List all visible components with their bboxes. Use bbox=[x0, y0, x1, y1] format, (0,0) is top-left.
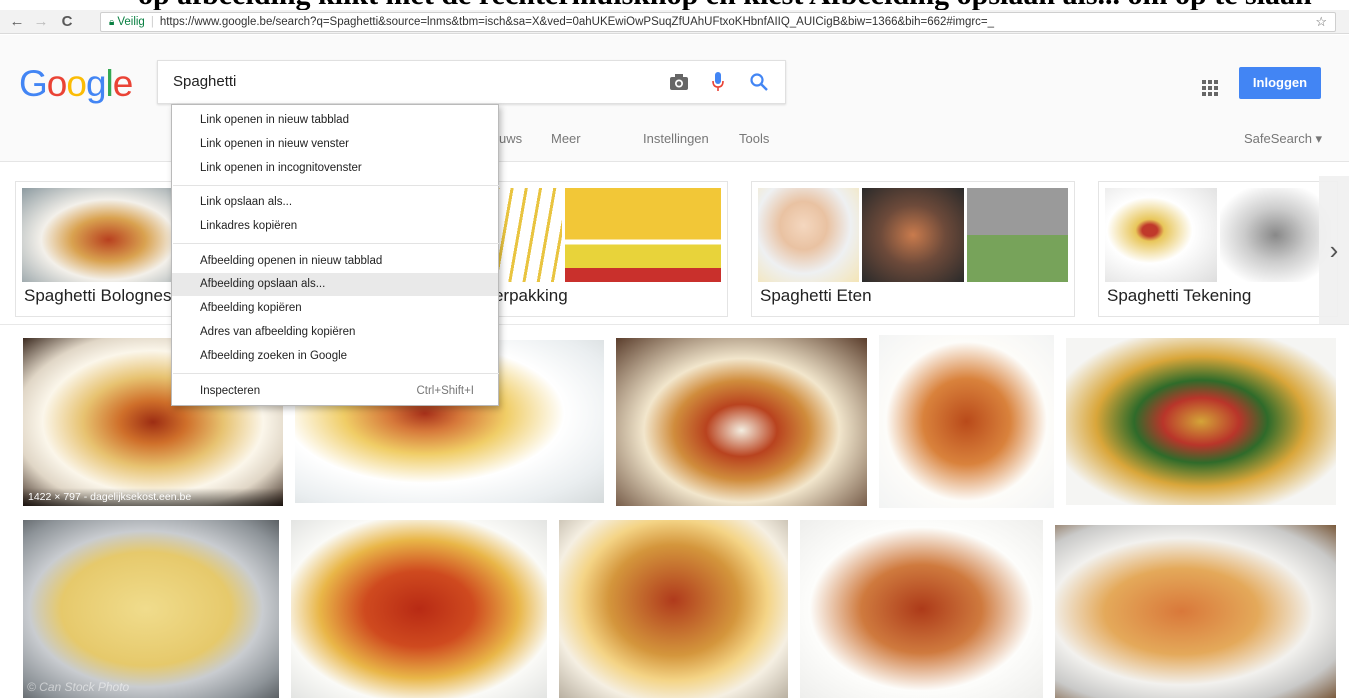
image-caption: 1422 × 797 - dagelijksekost.een.be bbox=[23, 488, 283, 506]
url-text: https://www.google.be/search?q=Spaghetti… bbox=[159, 16, 995, 28]
reload-button[interactable]: C bbox=[58, 13, 76, 31]
image-result[interactable]: © Can Stock Photo bbox=[23, 520, 279, 698]
address-bar[interactable]: 🔒︎ Veilig | https://www.google.be/search?q=… bbox=[100, 12, 1336, 32]
safesearch-dropdown[interactable]: SafeSearch ▾ bbox=[1244, 131, 1322, 147]
apps-grid-icon[interactable] bbox=[1201, 79, 1219, 97]
image-result[interactable] bbox=[1055, 525, 1336, 698]
image-result[interactable] bbox=[879, 335, 1054, 508]
browser-toolbar: ← → C 🔒︎ Veilig | https://www.google.be/sea… bbox=[0, 10, 1349, 34]
tab-more[interactable]: Meer bbox=[551, 131, 581, 146]
related-card[interactable]: Spaghetti Eten bbox=[751, 181, 1075, 317]
logo-letter: e bbox=[112, 63, 134, 104]
search-input[interactable]: Spaghetti bbox=[157, 60, 786, 104]
menu-item-inspect[interactable]: Inspecteren Ctrl+Shift+I bbox=[172, 380, 498, 403]
image-result[interactable] bbox=[291, 520, 547, 698]
menu-separator bbox=[173, 185, 499, 186]
menu-item-copy-image-address[interactable]: Adres van afbeelding kopiëren bbox=[172, 321, 498, 344]
menu-separator bbox=[173, 373, 499, 374]
menu-item-inspect-shortcut: Ctrl+Shift+I bbox=[416, 385, 474, 397]
google-logo[interactable]: Google bbox=[19, 63, 134, 105]
menu-item-search-image-google[interactable]: Afbeelding zoeken in Google bbox=[172, 345, 498, 368]
watermark-text: © Can Stock Photo bbox=[27, 680, 130, 694]
signin-button[interactable]: Inloggen bbox=[1239, 67, 1321, 99]
logo-letter: o bbox=[66, 63, 87, 104]
microphone-icon[interactable] bbox=[711, 71, 725, 93]
secure-label: Veilig bbox=[117, 16, 145, 28]
image-result[interactable] bbox=[1066, 338, 1336, 505]
scroll-right-arrow-icon[interactable]: › bbox=[1319, 176, 1349, 324]
logo-letter: g bbox=[85, 63, 107, 104]
logo-letter: G bbox=[19, 63, 48, 104]
image-result[interactable] bbox=[800, 520, 1043, 698]
menu-item-open-image-new-tab[interactable]: Afbeelding openen in nieuw tabblad bbox=[172, 250, 498, 273]
menu-item-open-link-new-window[interactable]: Link openen in nieuw venster bbox=[172, 133, 498, 156]
related-image bbox=[966, 188, 1068, 282]
bookmark-star-icon[interactable]: ☆ bbox=[1315, 13, 1327, 31]
related-image bbox=[862, 188, 964, 282]
menu-separator bbox=[173, 243, 499, 244]
image-result[interactable] bbox=[616, 338, 867, 506]
tab-news[interactable]: uws bbox=[499, 131, 522, 146]
address-separator: | bbox=[150, 16, 154, 28]
search-icon[interactable] bbox=[749, 72, 769, 92]
related-image bbox=[22, 188, 195, 282]
image-result[interactable] bbox=[559, 520, 788, 698]
logo-letter: o bbox=[46, 63, 68, 104]
lock-icon: 🔒︎ bbox=[109, 17, 115, 28]
tab-settings[interactable]: Instellingen bbox=[643, 131, 709, 146]
related-label: Spaghetti Eten bbox=[760, 286, 872, 305]
forward-button[interactable]: → bbox=[32, 13, 50, 31]
related-image bbox=[758, 188, 860, 282]
related-image bbox=[1219, 188, 1331, 282]
tab-tools[interactable]: Tools bbox=[739, 131, 769, 146]
logo-letter: l bbox=[105, 63, 114, 104]
menu-item-open-link-incognito[interactable]: Link openen in incognitovenster bbox=[172, 157, 498, 180]
related-images bbox=[758, 188, 1068, 282]
related-image bbox=[1105, 188, 1217, 282]
cropped-text: op afbeelding klikt met de rechtermuiskn… bbox=[138, 0, 1312, 10]
menu-item-copy-image[interactable]: Afbeelding kopiëren bbox=[172, 297, 498, 320]
menu-item-inspect-label: Inspecteren bbox=[200, 385, 261, 397]
camera-icon[interactable] bbox=[669, 73, 689, 91]
related-label: Spaghetti Tekening bbox=[1107, 286, 1252, 305]
search-query: Spaghetti bbox=[173, 73, 237, 90]
back-button[interactable]: ← bbox=[8, 13, 26, 31]
menu-item-save-image-as[interactable]: Afbeelding opslaan als... bbox=[172, 273, 498, 296]
related-image bbox=[564, 188, 721, 282]
menu-item-open-link-new-tab[interactable]: Link openen in nieuw tabblad bbox=[172, 109, 498, 132]
related-label: Spaghetti Bolognese bbox=[24, 286, 181, 305]
cropped-header-text: op afbeelding klikt met de rechtermuiskn… bbox=[0, 0, 1349, 10]
context-menu: Link openen in nieuw tabblad Link openen… bbox=[171, 104, 499, 406]
menu-item-copy-link-address[interactable]: Linkadres kopiëren bbox=[172, 215, 498, 238]
menu-item-save-link-as[interactable]: Link opslaan als... bbox=[172, 191, 498, 214]
related-images bbox=[1105, 188, 1331, 282]
related-card[interactable]: Spaghetti Tekening bbox=[1098, 181, 1338, 317]
